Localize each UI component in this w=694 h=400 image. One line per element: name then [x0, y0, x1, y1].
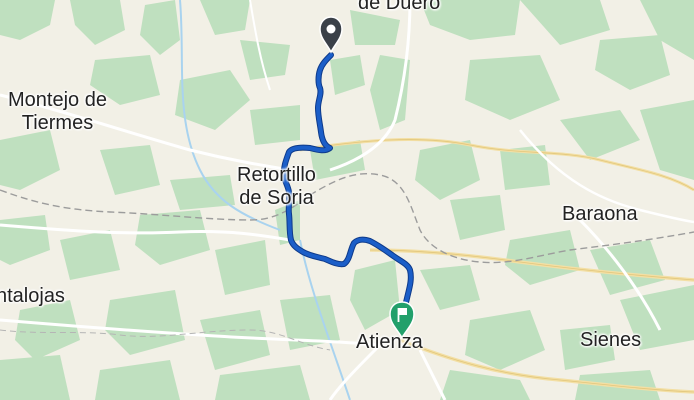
route-map[interactable]: Montejo de Tiermes Retortillo de Soria B…: [0, 0, 694, 400]
place-line: de Duero: [358, 0, 441, 14]
place-line: Sienes: [580, 329, 642, 351]
place-line: Tiermes: [21, 112, 94, 134]
place-label-sienes: Sienes: [580, 329, 641, 352]
place-label-atienza: Atienza: [356, 331, 423, 354]
place-line: ntalojas: [0, 285, 65, 307]
place-label-baraona: Baraona: [562, 203, 638, 226]
place-line: Atienza: [356, 331, 423, 353]
place-line: de Soria: [239, 187, 314, 209]
place-label-retortillo: Retortillo de Soria: [237, 164, 316, 210]
place-line: Retortillo: [237, 164, 316, 186]
place-line: Montejo de: [8, 89, 107, 111]
place-label-ntalojas: ntalojas: [0, 285, 65, 308]
place-line: Baraona: [562, 203, 638, 225]
place-label-duero: de Duero: [358, 0, 440, 15]
place-label-montejo: Montejo de Tiermes: [8, 89, 107, 135]
